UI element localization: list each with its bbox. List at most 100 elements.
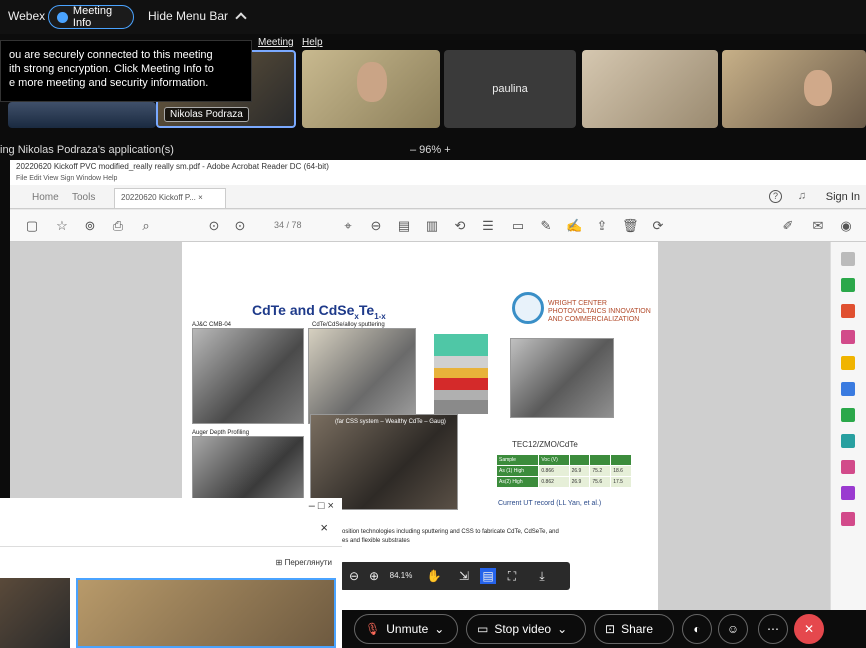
create-pdf-icon[interactable] xyxy=(841,304,855,318)
lab-photo xyxy=(308,328,416,424)
camera-icon: ▭ xyxy=(477,622,489,636)
profile-icon[interactable]: ◉ xyxy=(838,218,854,234)
share-screen-icon: ⊡ xyxy=(605,622,616,636)
trash-icon[interactable]: 🗑 xyxy=(622,218,639,234)
next-page-icon[interactable]: ⊙ xyxy=(232,218,248,234)
zoom-icon[interactable] xyxy=(841,252,855,266)
comment-icon[interactable]: ▭ xyxy=(510,218,526,234)
fit-page-icon[interactable]: ⇲ xyxy=(456,568,472,584)
scroll-icon[interactable]: ☰ xyxy=(480,218,496,234)
organize-icon[interactable] xyxy=(841,382,855,396)
participant-tile[interactable] xyxy=(8,102,156,128)
ai-assistant-button[interactable]: ◐ xyxy=(682,614,712,644)
close-icon[interactable]: × xyxy=(320,520,328,535)
create-icon[interactable]: ▢ xyxy=(24,218,40,234)
tooltip-line: e more meeting and security information. xyxy=(9,77,209,89)
slide-title: CdTe and CdSexTe1-x xyxy=(252,302,386,321)
acrobat-title-bar: 20220620 Kickoff PVC modified_really rea… xyxy=(10,160,866,174)
hide-menu-bar-button[interactable]: Hide Menu Bar xyxy=(148,9,248,24)
acrobat-tools-pane xyxy=(830,242,866,610)
share-button[interactable]: ⊡ Share xyxy=(594,614,674,644)
comment-tool-icon[interactable] xyxy=(841,356,855,370)
participant-name: paulina xyxy=(492,83,528,95)
video-thumbnail[interactable] xyxy=(0,578,70,648)
more-options-button[interactable]: ⋯ xyxy=(758,614,788,644)
assistant-icon: ◐ xyxy=(693,622,701,636)
share-label: Share xyxy=(621,622,654,636)
wright-center-logo xyxy=(512,292,544,324)
rotate-icon[interactable]: ⟲ xyxy=(452,218,468,234)
scan-icon[interactable] xyxy=(841,434,855,448)
zoom-value[interactable]: 84.1% xyxy=(386,568,416,584)
sharing-label: ing Nikolas Podraza's application(s) xyxy=(0,144,174,156)
search-icon[interactable]: ⌕ xyxy=(138,218,154,234)
page-indicator[interactable]: 34 / 78 xyxy=(274,220,302,230)
tab-home[interactable]: Home xyxy=(32,192,59,203)
sign-icon[interactable]: ✍ xyxy=(566,218,582,234)
meeting-info-button[interactable]: Meeting Info xyxy=(48,5,134,29)
more-tools-icon[interactable] xyxy=(841,512,855,526)
acrobat-toolbar: ▢ ☆ ⊚ ⎙ ⌕ ⊙ ⊙ 34 / 78 ⌖ ⊖ ▤ ▥ ⟲ ☰ ▭ ✎ ✍ … xyxy=(10,210,866,242)
upload-icon[interactable]: ⊚ xyxy=(82,218,98,234)
fill-sign-icon[interactable] xyxy=(841,460,855,474)
tab-document[interactable]: 20220620 Kickoff P... × xyxy=(114,188,226,208)
share-zoom-control[interactable]: – 96% + xyxy=(410,144,451,156)
star-icon[interactable]: ☆ xyxy=(54,218,70,234)
protect-icon[interactable] xyxy=(841,486,855,500)
end-call-button[interactable]: ✕ xyxy=(794,614,824,644)
page-icon[interactable]: ▤ xyxy=(396,218,412,234)
sign-in-button[interactable]: Sign In xyxy=(826,191,860,203)
acrobat-tab-bar: Home Tools 20220620 Kickoff P... × ? ♫ S… xyxy=(10,185,866,209)
unmute-button[interactable]: 🎙 Unmute ⌄ xyxy=(354,614,458,644)
participant-tile[interactable] xyxy=(722,50,866,128)
share-icon[interactable]: ⇪ xyxy=(594,218,610,234)
participant-tile[interactable]: paulina xyxy=(444,50,576,128)
smile-icon: ☺ xyxy=(726,622,740,636)
window-controls[interactable]: – □ × xyxy=(309,500,334,512)
zoom-out-icon[interactable]: ⊖ xyxy=(368,218,384,234)
stop-video-label: Stop video xyxy=(494,622,552,636)
mail-icon[interactable]: ✉ xyxy=(810,218,826,234)
edit-pdf-icon[interactable] xyxy=(841,330,855,344)
download-icon[interactable]: ⤓ xyxy=(534,568,550,584)
participant-video xyxy=(357,62,387,102)
menu-help[interactable]: Help xyxy=(302,37,323,48)
divider xyxy=(0,546,342,547)
chevron-down-icon[interactable]: ⌄ xyxy=(434,622,444,636)
single-page-icon[interactable]: ▤ xyxy=(480,568,496,584)
hand-icon[interactable]: ✋ xyxy=(426,568,442,584)
fit-icon[interactable]: ▥ xyxy=(424,218,440,234)
zoom-in-icon[interactable]: ⊕ xyxy=(366,568,382,584)
reactions-button[interactable]: ☺ xyxy=(718,614,748,644)
participant-tile[interactable] xyxy=(302,50,440,128)
export-pdf-icon[interactable] xyxy=(841,278,855,292)
prev-page-icon[interactable]: ⊙ xyxy=(206,218,222,234)
participant-tile[interactable] xyxy=(582,50,718,128)
menu-meeting[interactable]: Meeting xyxy=(258,37,294,48)
acrobat-menu-bar[interactable]: File Edit View Sign Window Help xyxy=(10,174,866,185)
sign-request-icon[interactable]: ✐ xyxy=(780,218,796,234)
print-icon[interactable]: ⎙ xyxy=(110,218,126,234)
refresh-icon[interactable]: ⟳ xyxy=(650,218,666,234)
fullscreen-icon[interactable]: ⛶ xyxy=(504,568,520,584)
preview-button[interactable]: ⊞ Переглянути xyxy=(276,558,332,567)
zoom-out-icon[interactable]: ⊖ xyxy=(346,568,362,584)
select-icon[interactable]: ⌖ xyxy=(340,218,356,234)
hide-menu-bar-label: Hide Menu Bar xyxy=(148,9,229,23)
help-icon[interactable]: ? xyxy=(769,190,782,203)
chevron-down-icon[interactable]: ⌄ xyxy=(557,622,567,636)
tooltip-line: ith strong encryption. Click Meeting Inf… xyxy=(9,63,214,75)
tooltip-line: ou are securely connected to this meetin… xyxy=(9,49,213,61)
brand-label: Webex xyxy=(8,9,46,23)
pen-icon[interactable]: ✎ xyxy=(538,218,554,234)
stop-video-button[interactable]: ▭ Stop video ⌄ xyxy=(466,614,586,644)
video-thumbnail-selected[interactable] xyxy=(76,578,336,648)
compress-icon[interactable] xyxy=(841,408,855,422)
pdf-floating-toolbar: ⊖ ⊕ 84.1% ✋ ⇲ ▤ ⛶ ⤓ xyxy=(340,562,570,590)
webex-top-bar: Webex Meeting Info Hide Menu Bar xyxy=(0,0,866,34)
tab-tools[interactable]: Tools xyxy=(72,192,95,203)
lab-photo xyxy=(510,338,614,418)
security-tooltip: ou are securely connected to this meetin… xyxy=(0,40,252,102)
bell-icon[interactable]: ♫ xyxy=(798,190,806,202)
lab-photo: (far CSS system – Wealthy CdTe – Gaug) xyxy=(310,414,458,510)
